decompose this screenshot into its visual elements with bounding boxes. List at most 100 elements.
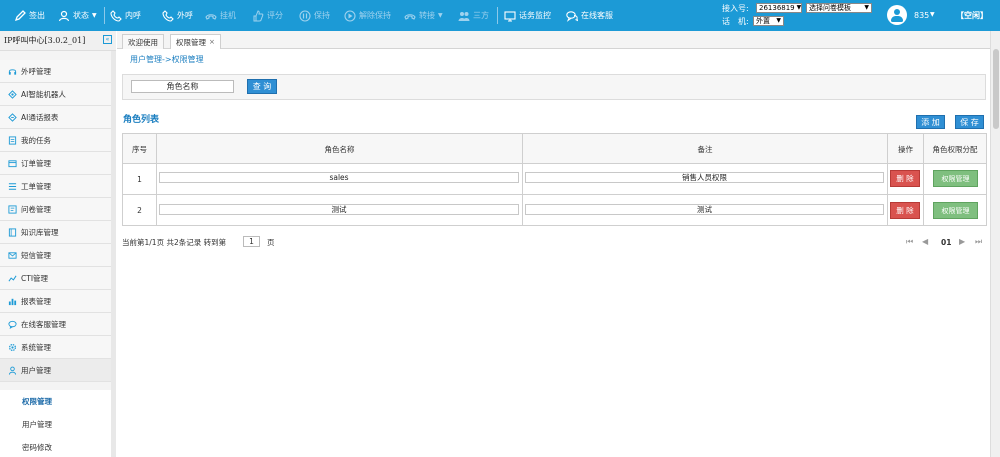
sidebar-item-label: 知识库管理 <box>21 227 59 237</box>
next-page-icon[interactable]: ▶ <box>959 237 965 246</box>
outbound-call-label: 外呼 <box>177 11 193 20</box>
sidebar-item-label: 我的任务 <box>21 135 51 145</box>
sidebar-item-label: 用户管理 <box>21 365 51 375</box>
remark-cell[interactable]: 测试 <box>525 204 884 215</box>
first-page-icon[interactable]: ⏮ <box>906 237 913 247</box>
sign-out-button[interactable]: 签出 <box>14 8 45 23</box>
remark-cell[interactable]: 销售人员权限 <box>525 172 884 183</box>
resume-label: 解除保持 <box>359 11 391 20</box>
sidebar-item-orders[interactable]: 订单管理 <box>0 152 111 175</box>
call-monitor-button[interactable]: 话务监控 <box>504 8 551 23</box>
phone-select[interactable]: 外置 ▼ <box>753 16 784 26</box>
conference-button[interactable]: 三方 <box>458 8 489 23</box>
caret-down-icon: ▼ <box>796 4 802 11</box>
sign-out-label: 签出 <box>29 11 45 20</box>
thumbs-up-icon <box>253 9 264 21</box>
tab-permissions[interactable]: 权限管理 × <box>170 34 221 49</box>
sidebar-item-label: 在线客服管理 <box>21 319 66 329</box>
access-number-select[interactable]: 26136819 ▼ <box>756 3 802 13</box>
page-jump-input[interactable]: 1 <box>243 236 260 247</box>
bar-chart-icon <box>8 298 17 305</box>
sidebar-item-cti[interactable]: CTI管理 <box>0 267 111 290</box>
sidebar-scrollbar[interactable] <box>111 51 116 457</box>
sidebar-subitem-permissions[interactable]: 权限管理 <box>0 390 111 413</box>
sidebar-item-label: 短信管理 <box>21 250 51 260</box>
internal-call-button[interactable]: 内呼 <box>110 8 141 23</box>
agent-number: 835 <box>914 11 930 20</box>
outbound-call-button[interactable]: 外呼 <box>162 8 193 23</box>
survey-template-value: 选择问卷模板 <box>809 4 851 12</box>
delete-button[interactable]: 删 除 <box>890 202 920 219</box>
chart-line-icon <box>8 275 17 281</box>
last-page-icon[interactable]: ⏭ <box>975 237 982 247</box>
sidebar-item-outbound[interactable]: 外呼管理 <box>0 60 111 83</box>
status-dropdown[interactable]: 状态 ▼ <box>58 8 97 23</box>
close-icon[interactable]: × <box>209 38 215 46</box>
sidebar-item-sms[interactable]: 短信管理 <box>0 244 111 267</box>
conference-icon <box>458 11 470 21</box>
rate-button[interactable]: 评分 <box>252 8 283 23</box>
add-button[interactable]: 添 加 <box>916 115 945 129</box>
role-name-search-input[interactable]: 角色名称 <box>131 80 234 93</box>
agent-menu-caret-icon[interactable]: ▼ <box>930 11 935 18</box>
tab-label: 欢迎使用 <box>128 37 158 47</box>
table-divider <box>123 194 986 195</box>
tab-welcome[interactable]: 欢迎使用 <box>122 34 164 49</box>
gear-icon <box>8 343 17 351</box>
sidebar-item-online-service[interactable]: 在线客服管理 <box>0 313 111 336</box>
sidebar-item-label: 订单管理 <box>21 158 51 168</box>
call-monitor-label: 话务监控 <box>519 11 551 20</box>
sidebar-item-label: 问卷管理 <box>21 204 51 214</box>
sidebar-item-surveys[interactable]: 问卷管理 <box>0 198 111 221</box>
role-list-title: 角色列表 <box>123 115 160 125</box>
sidebar-subitem-users[interactable]: 用户管理 <box>0 413 111 436</box>
task-icon <box>8 135 17 145</box>
save-button[interactable]: 保 存 <box>955 115 984 129</box>
sidebar-subitem-password[interactable]: 密码修改 <box>0 436 111 457</box>
online-service-button[interactable]: 在线客服 <box>566 8 613 23</box>
chat-icon <box>566 10 578 22</box>
caret-down-icon: ▼ <box>92 12 97 19</box>
collapse-sidebar-icon[interactable]: « <box>103 35 112 44</box>
report-icon <box>8 112 17 122</box>
sidebar-item-label: CTI管理 <box>21 273 49 283</box>
online-service-label: 在线客服 <box>581 11 613 20</box>
transfer-icon <box>404 13 416 20</box>
hangup-icon <box>205 13 217 20</box>
pager-summary: 当前第1/1页 共2条记录 转到第 <box>122 238 227 247</box>
scrollbar-thumb[interactable] <box>993 49 999 129</box>
permission-manage-button[interactable]: 权限管理 <box>933 202 978 219</box>
sidebar-item-ai-report[interactable]: AI通话报表 <box>0 106 111 129</box>
access-number-value: 26136819 <box>759 4 795 12</box>
hold-button[interactable]: 保持 <box>299 8 330 23</box>
pen-icon <box>14 9 26 21</box>
sidebar-item-ai-robot[interactable]: AI智能机器人 <box>0 83 111 106</box>
sidebar-item-my-tasks[interactable]: 我的任务 <box>0 129 111 152</box>
hangup-button[interactable]: 挂机 <box>205 8 236 23</box>
role-name-cell[interactable]: sales <box>159 172 519 183</box>
row-index-cell: 1 <box>137 175 142 184</box>
query-button[interactable]: 查 询 <box>247 79 277 94</box>
delete-button[interactable]: 删 除 <box>890 170 920 187</box>
sidebar-item-users[interactable]: 用户管理 <box>0 359 111 382</box>
survey-template-select[interactable]: 选择问卷模板 ▼ <box>806 3 872 13</box>
sidebar-item-knowledge[interactable]: 知识库管理 <box>0 221 111 244</box>
resume-button[interactable]: 解除保持 <box>344 8 391 23</box>
caret-down-icon: ▼ <box>864 4 869 11</box>
sidebar-item-system[interactable]: 系统管理 <box>0 336 111 359</box>
sidebar-title: IP呼叫中心[3.0.2_01] <box>0 31 116 51</box>
avatar[interactable] <box>887 5 907 25</box>
phone-label: 话 机: <box>722 17 749 26</box>
role-name-cell[interactable]: 测试 <box>159 204 519 215</box>
sidebar-item-tickets[interactable]: 工单管理 <box>0 175 111 198</box>
sidebar-item-reports[interactable]: 报表管理 <box>0 290 111 313</box>
play-icon <box>344 9 356 22</box>
row-index-cell: 2 <box>137 205 142 215</box>
main-scrollbar[interactable] <box>990 31 1000 457</box>
breadcrumb: 用户管理->权限管理 <box>130 55 204 64</box>
hold-label: 保持 <box>314 11 330 20</box>
prev-page-icon[interactable]: ◀ <box>922 237 928 246</box>
permission-manage-button[interactable]: 权限管理 <box>933 170 978 187</box>
transfer-dropdown[interactable]: 转接 ▼ <box>404 8 443 23</box>
robot-icon <box>8 89 17 99</box>
